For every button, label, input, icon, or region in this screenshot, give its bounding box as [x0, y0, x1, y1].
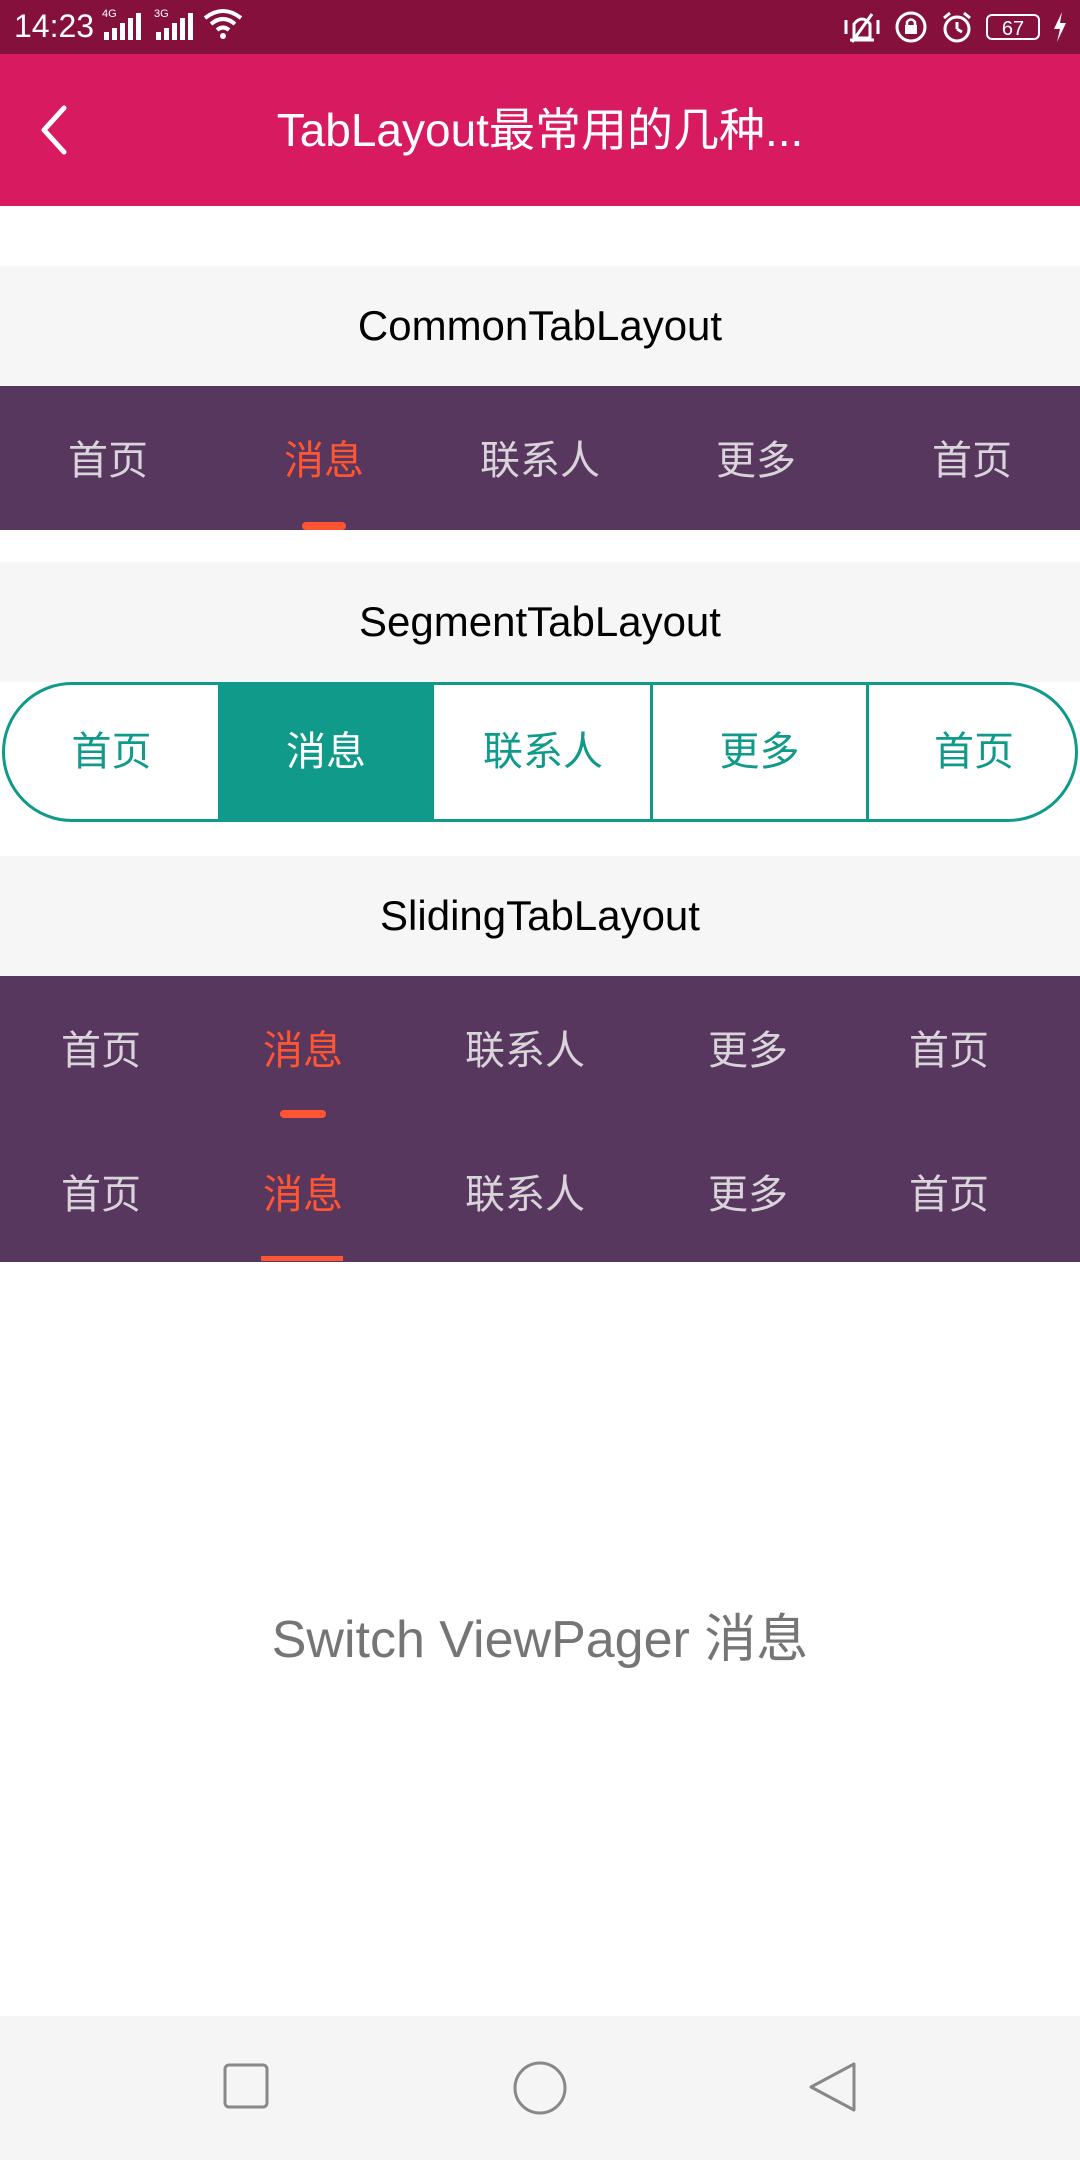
tab-indicator [302, 522, 346, 530]
segment-home-2[interactable]: 首页 [869, 685, 1075, 819]
segment-tab-layout-title: SegmentTabLayout [0, 562, 1080, 682]
sliding-tab-bars: 首页 消息 联系人 更多 首页 首页 消息 联系人 更多 首页 [0, 976, 1080, 1262]
segment-messages[interactable]: 消息 [218, 685, 434, 819]
page-title: TabLayout最常用的几种... [276, 104, 804, 156]
vibrate-icon [844, 13, 880, 43]
tab-contacts[interactable]: 联系人 [432, 428, 648, 486]
tab-messages[interactable]: 消息 [216, 428, 432, 486]
status-bar: 14:23 4G 3G 67 [0, 0, 1080, 54]
viewpager-content-text: Switch ViewPager 消息 [271, 1611, 809, 1669]
status-time: 14:23 [14, 8, 95, 44]
segment-more[interactable]: 更多 [653, 685, 866, 819]
battery-indicator: 67 [986, 14, 1040, 40]
common-tab-layout-title: CommonTabLayout [0, 266, 1080, 386]
alarm-icon [943, 11, 971, 43]
wifi-icon [203, 9, 243, 39]
tab-more[interactable]: 更多 [648, 428, 864, 486]
sliding-tab-home[interactable]: 首页 [40, 1162, 162, 1220]
tab-home-2[interactable]: 首页 [864, 428, 1080, 486]
app-bar: TabLayout最常用的几种... [0, 54, 1080, 206]
sliding-tab-messages[interactable]: 消息 [242, 1018, 364, 1076]
recents-square-icon[interactable] [222, 2062, 270, 2110]
signal-4g-icon: 4G [102, 8, 141, 40]
sliding-tab-messages[interactable]: 消息 [242, 1162, 364, 1220]
sliding-tab-home[interactable]: 首页 [40, 1018, 162, 1076]
rotation-lock-icon [895, 11, 927, 43]
home-circle-icon[interactable] [510, 2058, 570, 2118]
sliding-tab-home-2[interactable]: 首页 [888, 1018, 1010, 1076]
sliding-tab-indicator [280, 1110, 326, 1118]
sliding-tab-more[interactable]: 更多 [687, 1162, 809, 1220]
tab-home[interactable]: 首页 [0, 428, 216, 486]
segment-contacts[interactable]: 联系人 [435, 685, 651, 819]
charging-icon [1054, 12, 1066, 42]
back-triangle-icon[interactable] [806, 2060, 860, 2114]
status-right-icons: 67 [842, 8, 1068, 46]
svg-text:4G: 4G [102, 8, 117, 20]
system-nav-bar [0, 2016, 1080, 2160]
sliding-tab-contacts[interactable]: 联系人 [445, 1018, 605, 1076]
sliding-tab-home-2[interactable]: 首页 [888, 1162, 1010, 1220]
sliding-tab-more[interactable]: 更多 [687, 1018, 809, 1076]
sliding-tab-layout-title: SlidingTabLayout [0, 856, 1080, 976]
common-tab-bar: 首页 消息 联系人 更多 首页 [0, 386, 1080, 530]
sliding-tab-indicator-2 [261, 1256, 343, 1261]
svg-text:3G: 3G [154, 8, 169, 20]
sliding-tab-contacts[interactable]: 联系人 [445, 1162, 605, 1220]
segment-home[interactable]: 首页 [5, 685, 218, 819]
signal-3g-icon: 3G [154, 8, 193, 40]
segment-control: 首页 消息 联系人 更多 首页 [2, 682, 1078, 822]
